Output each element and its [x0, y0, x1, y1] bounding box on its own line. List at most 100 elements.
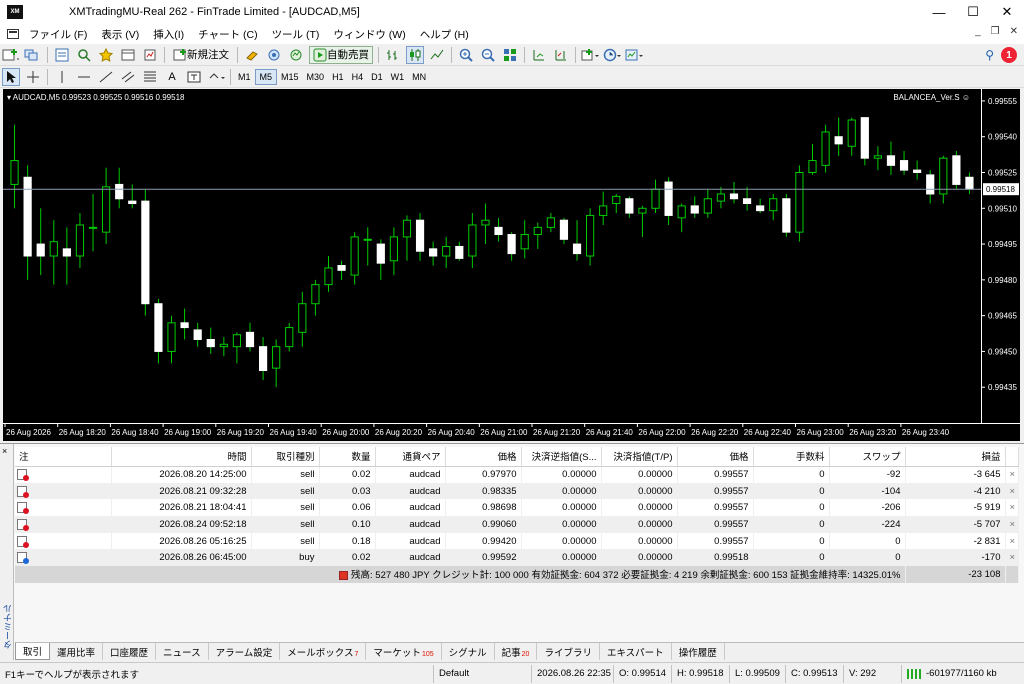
strategy-tester-button[interactable] — [141, 46, 159, 64]
signals-button[interactable] — [265, 46, 283, 64]
market-button[interactable] — [287, 46, 305, 64]
vertical-line-tool[interactable] — [53, 68, 71, 86]
col-take-profit[interactable]: 決済指値(T/P) — [601, 447, 678, 467]
mdi-close-button[interactable]: ✕ — [1010, 26, 1018, 37]
terminal-tab[interactable]: エキスパート — [600, 643, 672, 660]
terminal-tab[interactable]: 操作履歴 — [672, 643, 725, 660]
price-chart[interactable]: 0.99555 0.99540 0.99525 0.99510 0.99495 0.994… — [3, 89, 1020, 441]
tile-windows-button[interactable] — [501, 46, 519, 64]
arrows-tool[interactable] — [207, 68, 225, 86]
trade-row[interactable]: 2026.08.26 05:16:25 sell 0.18 audcad 0.99420… — [15, 532, 1019, 550]
new-order-button[interactable]: 新規注文 — [170, 46, 232, 64]
timeframe-h1[interactable]: H1 — [328, 69, 348, 85]
chart-menu-triangle-icon[interactable]: ▾ — [7, 93, 11, 102]
close-button[interactable]: ✕ — [990, 0, 1024, 24]
terminal-tab[interactable]: ライブラリ — [537, 643, 600, 660]
timeframe-m1[interactable]: M1 — [234, 69, 255, 85]
mdi-restore-button[interactable]: ❐ — [991, 26, 1000, 37]
menu-window[interactable]: ウィンドウ (W) — [333, 27, 405, 42]
minimize-button[interactable]: — — [922, 0, 956, 24]
horizontal-line-tool[interactable] — [75, 68, 93, 86]
expert-advisor-label[interactable]: BALANCEA_Ver.S ☺ — [893, 93, 970, 102]
crosshair-tool[interactable] — [24, 68, 42, 86]
close-position-icon[interactable]: × — [1005, 532, 1019, 550]
menu-file[interactable]: ファイル (F) — [29, 27, 87, 42]
periods-button[interactable] — [603, 46, 621, 64]
menu-help[interactable]: ヘルプ (H) — [420, 27, 469, 42]
timeframe-d1[interactable]: D1 — [367, 69, 387, 85]
col-swap[interactable]: スワップ — [829, 447, 906, 467]
new-chart-button[interactable] — [2, 46, 20, 64]
col-time[interactable]: 時間 — [111, 447, 252, 467]
auto-trading-button[interactable]: 自動売買 — [309, 45, 373, 64]
terminal-tab[interactable]: メールボックス 7 — [280, 643, 367, 660]
col-symbol[interactable]: 通貨ペア — [375, 447, 446, 467]
timeframe-m5[interactable]: M5 — [254, 68, 278, 85]
trade-row[interactable]: 2026.08.26 06:45:00 buy 0.02 audcad 0.99592 0… — [15, 549, 1019, 567]
equidistant-channel-tool[interactable] — [119, 68, 137, 86]
market-watch-button[interactable] — [53, 46, 71, 64]
zoom-in-button[interactable] — [457, 46, 475, 64]
cursor-tool[interactable] — [2, 67, 20, 86]
maximize-button[interactable]: ☐ — [956, 0, 990, 24]
text-label-tool[interactable] — [185, 68, 203, 86]
close-position-icon[interactable]: × — [1005, 499, 1019, 517]
chart-window-icon[interactable] — [7, 29, 19, 39]
timeframe-m15[interactable]: M15 — [277, 69, 303, 85]
trendline-tool[interactable] — [97, 68, 115, 86]
menu-view[interactable]: 表示 (V) — [101, 27, 139, 42]
terminal-tab[interactable]: ニュース — [156, 643, 209, 660]
trade-row[interactable]: 2026.08.21 18:04:41 sell 0.06 audcad 0.98698… — [15, 499, 1019, 517]
menu-insert[interactable]: 挿入(I) — [153, 27, 184, 42]
mdi-minimize-button[interactable]: _ — [975, 26, 981, 37]
navigator-button[interactable] — [97, 46, 115, 64]
terminal-close-icon[interactable]: × — [2, 446, 7, 456]
terminal-tab[interactable]: アラーム設定 — [209, 643, 281, 660]
search-icon[interactable]: ⚲ — [985, 48, 994, 62]
status-profile[interactable]: Default — [434, 664, 532, 683]
terminal-tab[interactable]: 口座履歴 — [103, 643, 157, 660]
menu-tools[interactable]: ツール (T) — [272, 27, 320, 42]
notification-badge[interactable]: 1 — [1001, 47, 1017, 63]
col-price[interactable]: 価格 — [677, 447, 754, 467]
indicators-button[interactable] — [581, 46, 599, 64]
col-volume[interactable]: 数量 — [319, 447, 376, 467]
text-tool[interactable]: A — [163, 68, 181, 86]
timeframe-h4[interactable]: H4 — [348, 69, 368, 85]
data-window-button[interactable] — [75, 46, 93, 64]
timeframe-mn[interactable]: MN — [408, 69, 430, 85]
zoom-out-button[interactable] — [479, 46, 497, 64]
menu-chart[interactable]: チャート (C) — [198, 27, 257, 42]
profiles-button[interactable] — [24, 46, 42, 64]
terminal-tab[interactable]: シグナル — [442, 643, 495, 660]
col-open-price[interactable]: 価格 — [445, 447, 522, 467]
candlestick-chart-button[interactable] — [406, 45, 424, 64]
col-type[interactable]: 取引種別 — [251, 447, 320, 467]
metaeditor-button[interactable] — [243, 46, 261, 64]
terminal-tab[interactable]: 取引 — [15, 643, 51, 660]
auto-scroll-button[interactable] — [530, 46, 548, 64]
trade-row[interactable]: 2026.08.21 09:32:28 sell 0.03 audcad 0.98335… — [15, 482, 1019, 500]
terminal-tab[interactable]: 記事 20 — [495, 643, 538, 660]
col-stop-loss[interactable]: 決済逆指値(S... — [521, 447, 602, 467]
fibonacci-tool[interactable] — [141, 68, 159, 86]
terminal-button[interactable] — [119, 46, 137, 64]
terminal-tab[interactable]: マーケット 105 — [366, 643, 442, 660]
bar-chart-button[interactable] — [384, 46, 402, 64]
templates-button[interactable] — [625, 46, 643, 64]
close-position-icon[interactable]: × — [1005, 482, 1019, 500]
timeframe-m30[interactable]: M30 — [303, 69, 329, 85]
close-position-icon[interactable]: × — [1005, 516, 1019, 533]
timeframe-w1[interactable]: W1 — [387, 69, 409, 85]
terminal-tab[interactable]: 運用比率 — [50, 643, 104, 660]
trade-row[interactable]: 2026.08.20 14:25:00 sell 0.02 audcad 0.97970… — [15, 466, 1019, 483]
close-position-icon[interactable]: × — [1005, 549, 1019, 567]
line-chart-button[interactable] — [428, 46, 446, 64]
close-position-icon[interactable]: × — [1005, 466, 1019, 483]
chart-shift-button[interactable] — [552, 46, 570, 64]
trade-row[interactable]: 2026.08.24 09:52:18 sell 0.10 audcad 0.99060… — [15, 516, 1019, 533]
col-commission[interactable]: 手数料 — [753, 447, 830, 467]
col-profit[interactable]: 損益 — [905, 447, 1006, 467]
col-order[interactable]: 注 — [15, 447, 112, 467]
candlestick-chart[interactable]: 0.99555 0.99540 0.99525 0.99510 0.99495 0.994… — [3, 89, 1020, 441]
